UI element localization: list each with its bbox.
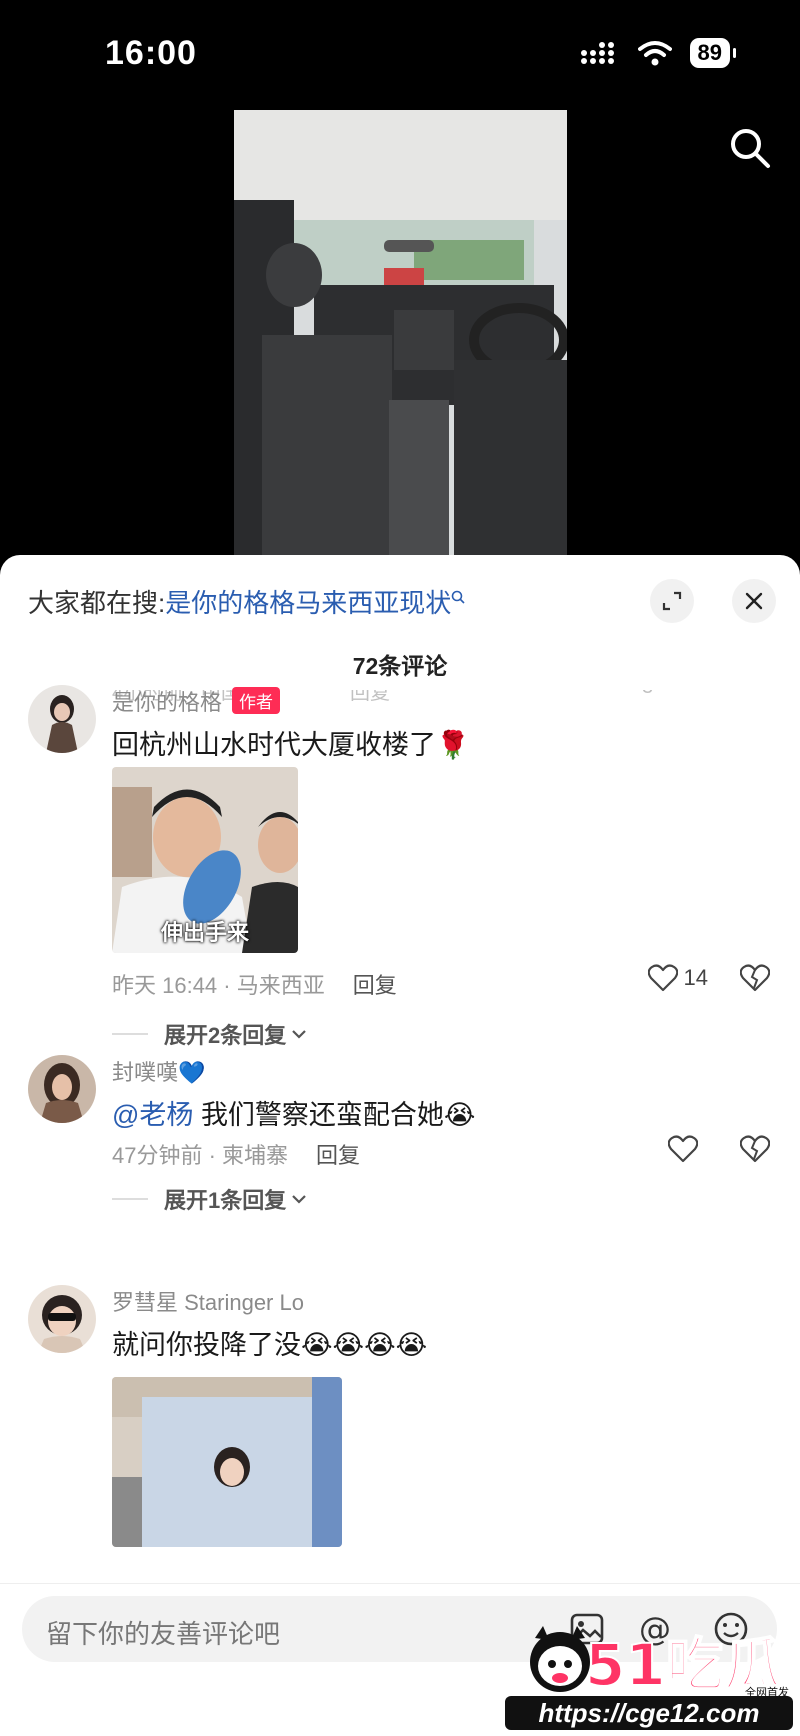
expand-icon xyxy=(662,591,682,611)
comment-meta: 47分钟前 · 柬埔寨 回复 xyxy=(112,1138,360,1170)
comment-count: 72条评论 xyxy=(352,653,448,679)
like-button[interactable] xyxy=(668,1135,704,1163)
broken-heart-icon xyxy=(739,1135,771,1163)
comment-image[interactable]: 伸出手来 xyxy=(112,767,298,953)
expand-replies-label: 展开2条回复 xyxy=(164,1023,287,1048)
status-icons: 89 xyxy=(580,38,737,68)
broken-heart-icon xyxy=(739,964,771,992)
video-player[interactable] xyxy=(234,110,567,555)
comment-text: 就问你投降了没😭😭😭😭 xyxy=(112,1330,428,1360)
comment-image-photo xyxy=(112,1377,342,1547)
reply-button[interactable]: 回复 xyxy=(353,973,397,998)
small-search-icon xyxy=(451,590,465,604)
trending-prefix: 大家都在搜: xyxy=(28,588,166,618)
video-frame-image xyxy=(234,110,567,555)
comments-sheet: 大家都在搜:是你的格格马来西亚现状 72条评论 4小时前 · 中国台湾 回复 3 xyxy=(0,555,800,1735)
chevron-down-icon xyxy=(292,1030,307,1039)
close-icon xyxy=(745,592,763,610)
expand-replies-label: 展开1条回复 xyxy=(164,1188,287,1213)
mention-link[interactable]: @老杨 xyxy=(112,1100,193,1130)
image-caption: 伸出手来 xyxy=(160,920,249,945)
dislike-button[interactable] xyxy=(739,964,771,997)
scrolled-likes: 3 xyxy=(642,690,653,699)
trending-keyword[interactable]: 是你的格格马来西亚现状 xyxy=(165,588,451,618)
close-button[interactable] xyxy=(732,579,776,623)
search-icon xyxy=(731,129,770,168)
comment-time-location: 昨天 16:44 · 马来西亚 xyxy=(112,973,325,998)
comment-time-location: 47分钟前 · 柬埔寨 xyxy=(112,1143,289,1168)
divider-line xyxy=(112,1033,148,1035)
clock: 16:00 xyxy=(105,34,197,72)
watermark: 51吃瓜 全网首发 https://cge12.com xyxy=(505,1618,795,1732)
cellular-signal-icon xyxy=(580,42,614,64)
heart-icon xyxy=(647,964,678,992)
like-button[interactable]: 14 xyxy=(647,964,708,992)
comment-body: 我们警察还蛮配合她😭 xyxy=(200,1100,476,1130)
avatar-image xyxy=(28,1055,96,1123)
watermark-url: https://cge12.com xyxy=(505,1696,793,1730)
comment-text: @老杨 我们警察还蛮配合她😭 xyxy=(112,1093,476,1132)
comment-meta: 昨天 16:44 · 马来西亚 回复 xyxy=(112,968,397,1000)
dislike-button[interactable] xyxy=(739,1135,771,1168)
chevron-down-icon xyxy=(292,1195,307,1204)
avatar-image xyxy=(28,1285,96,1353)
author-badge: 作者 xyxy=(232,687,281,714)
comment-username[interactable]: 是你的格格 作者 xyxy=(112,685,281,717)
comment-image[interactable] xyxy=(112,1377,342,1547)
expand-replies-button[interactable]: 展开1条回复 xyxy=(112,1183,308,1215)
comment-input-placeholder: 留下你的友善评论吧 xyxy=(46,1619,281,1649)
username-text: 是你的格格 xyxy=(112,690,223,715)
comment-username[interactable]: 封噗嘆💙 xyxy=(112,1055,205,1087)
comment-text: 回杭州山水时代大厦收楼了🌹 xyxy=(112,730,470,760)
expand-sheet-button[interactable] xyxy=(650,579,694,623)
reply-button[interactable]: 回复 xyxy=(316,1143,360,1168)
status-bar: 16:00 89 xyxy=(0,0,800,110)
heart-icon xyxy=(668,1135,698,1163)
avatar[interactable] xyxy=(28,685,96,753)
search-button[interactable] xyxy=(728,126,772,170)
trending-search[interactable]: 大家都在搜:是你的格格马来西亚现状 xyxy=(28,583,465,620)
avatar[interactable] xyxy=(28,1285,96,1353)
divider-line xyxy=(112,1198,148,1200)
like-count: 14 xyxy=(683,965,708,990)
avatar[interactable] xyxy=(28,1055,96,1123)
avatar-image xyxy=(28,685,96,753)
battery-indicator: 89 xyxy=(689,38,737,68)
comment-username[interactable]: 罗彗星 Staringer Lo xyxy=(112,1285,304,1317)
scrolled-reply: 回复 xyxy=(350,690,390,704)
wifi-icon xyxy=(637,41,672,66)
expand-replies-button[interactable]: 展开2条回复 xyxy=(112,1018,308,1050)
